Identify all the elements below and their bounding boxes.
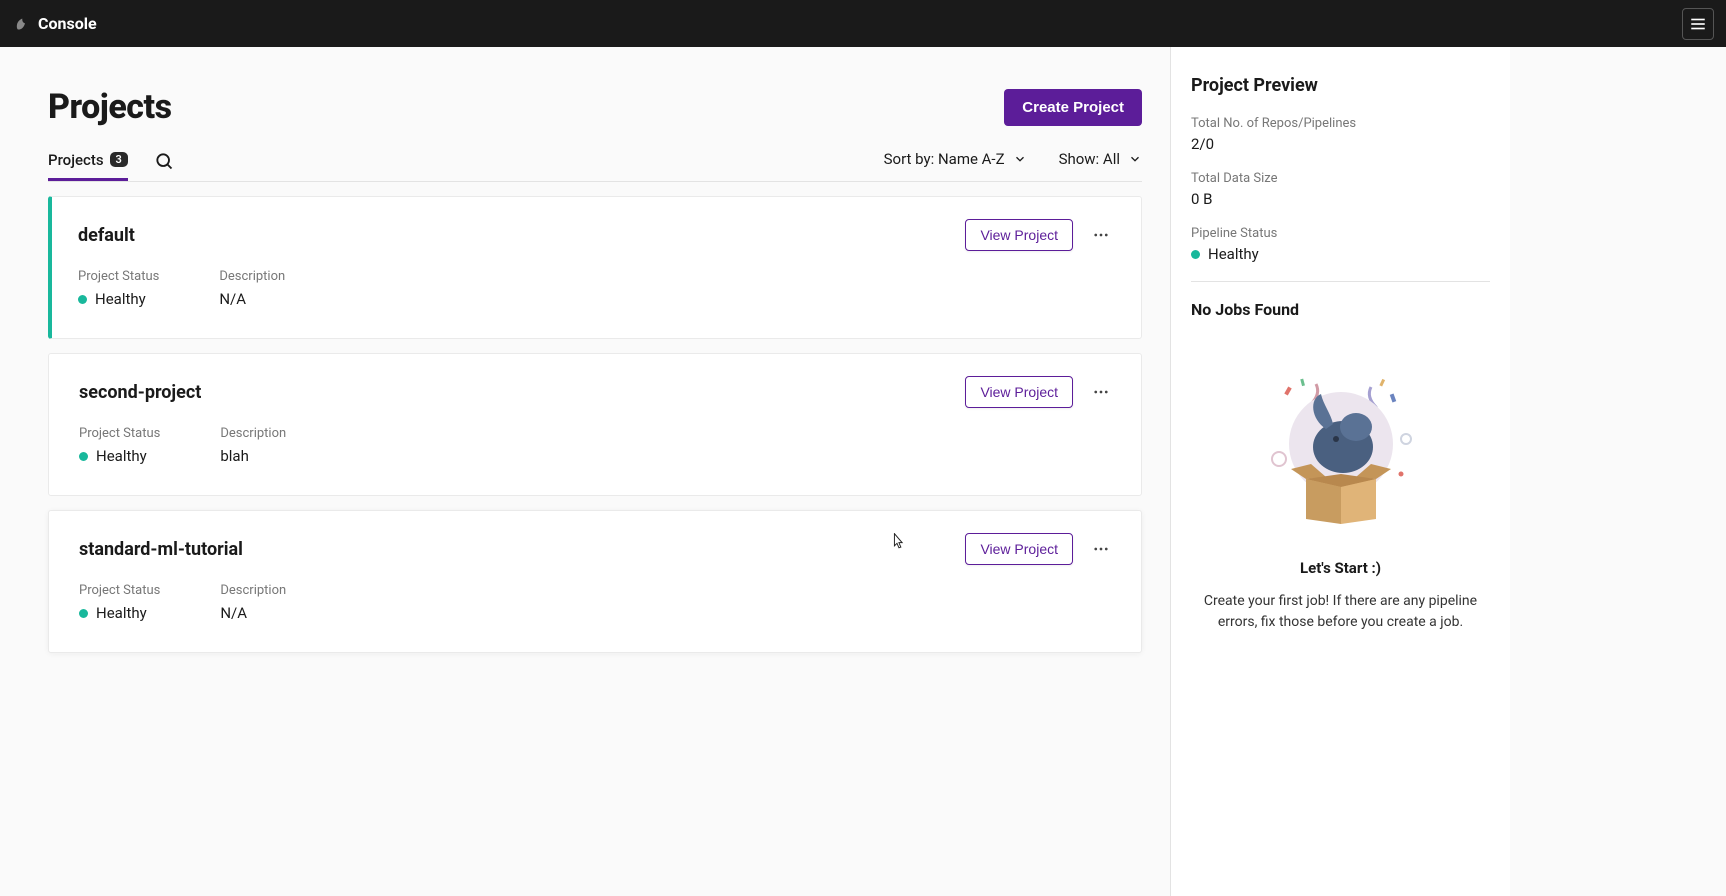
tab-projects[interactable]: Projects 3 <box>48 141 128 181</box>
project-status-label: Project Status <box>79 583 160 598</box>
create-project-button[interactable]: Create Project <box>1004 89 1142 126</box>
search-button[interactable] <box>154 151 174 171</box>
project-description-value: N/A <box>220 604 286 622</box>
view-project-button[interactable]: View Project <box>965 376 1073 408</box>
view-project-button[interactable]: View Project <box>965 219 1073 251</box>
chevron-down-icon <box>1013 152 1027 166</box>
pipeline-status-label: Pipeline Status <box>1191 226 1490 241</box>
project-card[interactable]: default View Project Project Status Heal… <box>48 196 1142 339</box>
empty-illustration-icon <box>1261 369 1421 539</box>
status-dot-icon <box>78 295 87 304</box>
brand-text: Console <box>38 14 97 33</box>
sort-dropdown[interactable]: Sort by: Name A-Z <box>884 150 1027 168</box>
project-name: default <box>78 225 135 246</box>
project-name: standard-ml-tutorial <box>79 539 243 560</box>
main-content: Projects Create Project Projects 3 Sort <box>0 47 1170 896</box>
pipeline-status-value: Healthy <box>1191 245 1490 263</box>
app-header: Console <box>0 0 1726 47</box>
data-size-value: 0 B <box>1191 190 1490 208</box>
project-more-button[interactable] <box>1091 383 1111 401</box>
status-dot-icon <box>1191 250 1200 259</box>
project-status-label: Project Status <box>79 426 160 441</box>
show-label: Show: All <box>1059 150 1120 168</box>
preview-panel: Project Preview Total No. of Repos/Pipel… <box>1170 47 1510 896</box>
project-more-button[interactable] <box>1091 540 1111 558</box>
project-description-label: Description <box>220 583 286 598</box>
view-project-button[interactable]: View Project <box>965 533 1073 565</box>
project-name: second-project <box>79 382 201 403</box>
menu-button[interactable] <box>1682 8 1714 40</box>
project-status-value: Healthy <box>78 290 159 308</box>
status-dot-icon <box>79 609 88 618</box>
brand: Console <box>12 14 97 33</box>
project-description-label: Description <box>220 426 286 441</box>
tab-projects-label: Projects <box>48 151 104 169</box>
empty-state: Let's Start :) Create your first job! If… <box>1191 339 1490 633</box>
tab-projects-count: 3 <box>110 152 128 167</box>
project-description-value: N/A <box>219 290 285 308</box>
project-card[interactable]: standard-ml-tutorial View Project Projec… <box>48 510 1142 653</box>
preview-title: Project Preview <box>1191 75 1490 96</box>
repos-label: Total No. of Repos/Pipelines <box>1191 116 1490 131</box>
project-description-value: blah <box>220 447 286 465</box>
page-title: Projects <box>48 87 172 127</box>
status-dot-icon <box>79 452 88 461</box>
empty-title: Let's Start :) <box>1201 559 1480 577</box>
project-more-button[interactable] <box>1091 226 1111 244</box>
empty-text: Create your first job! If there are any … <box>1201 591 1480 633</box>
data-size-label: Total Data Size <box>1191 171 1490 186</box>
project-status-value: Healthy <box>79 447 160 465</box>
project-status-label: Project Status <box>78 269 159 284</box>
project-status-value: Healthy <box>79 604 160 622</box>
show-dropdown[interactable]: Show: All <box>1059 150 1142 168</box>
project-card[interactable]: second-project View Project Project Stat… <box>48 353 1142 496</box>
no-jobs-title: No Jobs Found <box>1191 300 1490 319</box>
sort-label: Sort by: Name A-Z <box>884 150 1005 168</box>
repos-value: 2/0 <box>1191 135 1490 153</box>
project-description-label: Description <box>219 269 285 284</box>
brand-icon <box>12 15 30 33</box>
chevron-down-icon <box>1128 152 1142 166</box>
